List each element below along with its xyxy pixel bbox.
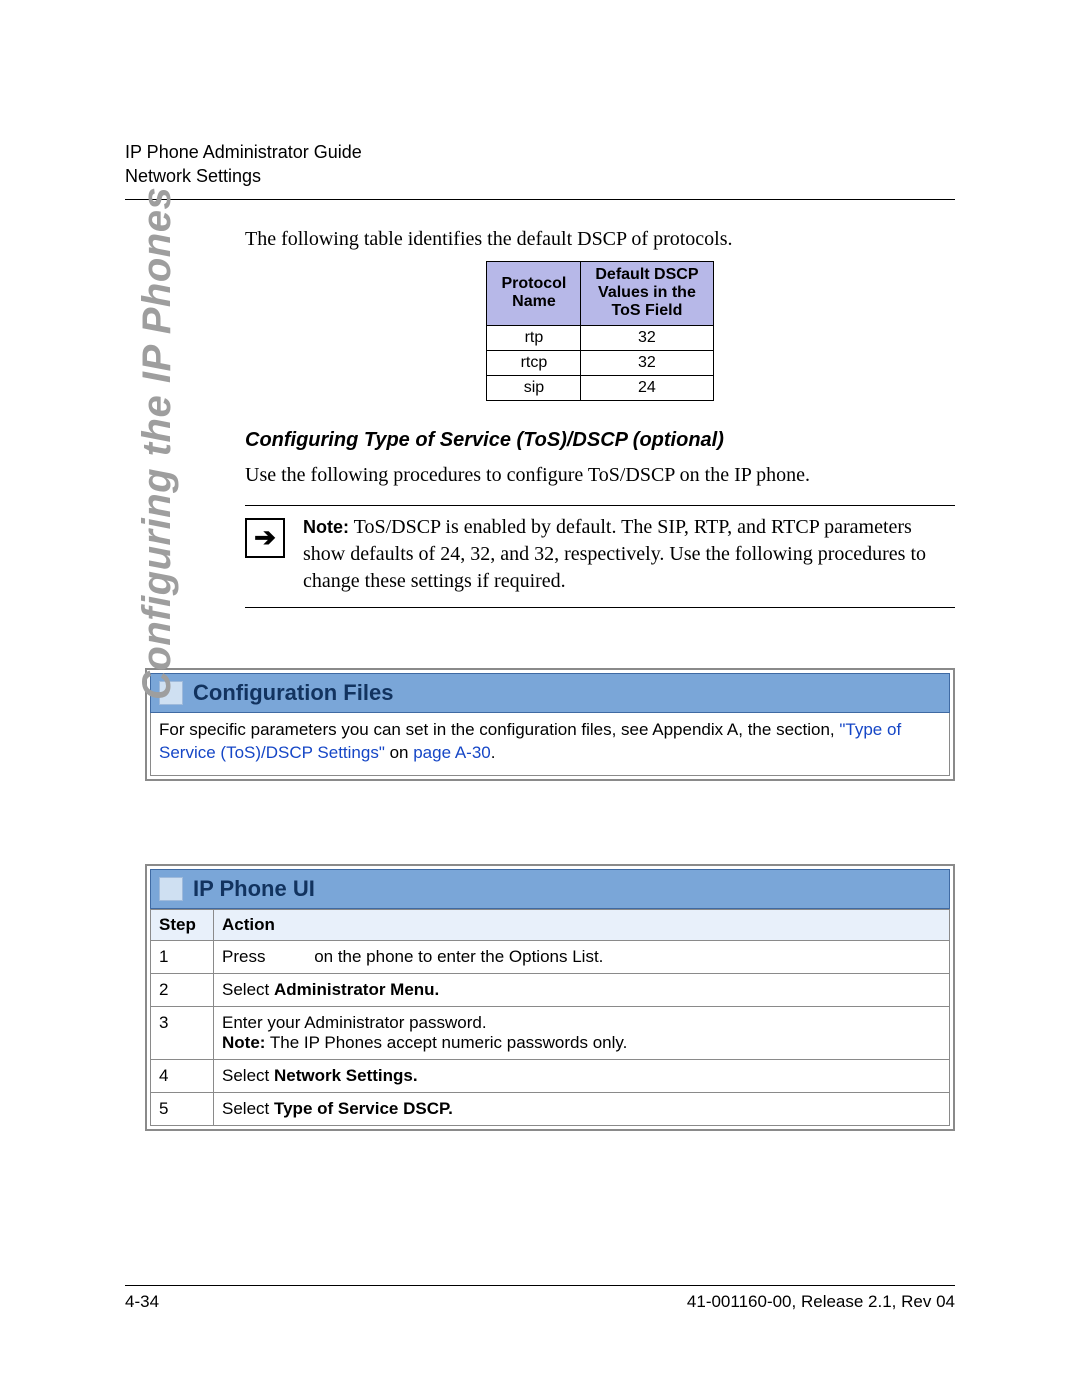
- step-action: Enter your Administrator password. Note:…: [214, 1006, 950, 1059]
- dscp-cell: rtp: [487, 325, 581, 350]
- arrow-right-icon: ➔: [245, 518, 285, 558]
- step-number: 5: [151, 1092, 214, 1125]
- action-pre: Select: [222, 1099, 274, 1118]
- dscp-th-protocol: ProtocolName: [487, 261, 581, 325]
- dscp-cell: 32: [581, 325, 713, 350]
- table-row: 3 Enter your Administrator password. Not…: [151, 1006, 950, 1059]
- dscp-cell: rtcp: [487, 350, 581, 375]
- step-action: Select Type of Service DSCP.: [214, 1092, 950, 1125]
- note-text: Note: ToS/DSCP is enabled by default. Th…: [303, 514, 955, 595]
- step-action: Select Administrator Menu.: [214, 973, 950, 1006]
- dscp-cell: 32: [581, 350, 713, 375]
- action-line: Enter your Administrator password.: [222, 1013, 941, 1033]
- config-text-mid: on: [385, 743, 413, 762]
- running-header: IP Phone Administrator Guide Network Set…: [125, 140, 955, 189]
- doc-revision: 41-001160-00, Release 2.1, Rev 04: [687, 1292, 955, 1312]
- action-bold: Administrator Menu.: [274, 980, 439, 999]
- step-number: 4: [151, 1059, 214, 1092]
- panel-body: For specific parameters you can set in t…: [150, 713, 950, 776]
- configuration-files-panel: Configuration Files For specific paramet…: [145, 668, 955, 781]
- intro-paragraph: The following table identifies the defau…: [245, 228, 955, 251]
- panel-title: IP Phone UI: [193, 876, 315, 902]
- link-page-a30[interactable]: page A-30: [413, 743, 491, 762]
- steps-table: Step Action 1 Press on the phone to ente…: [150, 909, 950, 1126]
- step-action: Press on the phone to enter the Options …: [214, 940, 950, 973]
- panel-titlebar: IP Phone UI: [150, 869, 950, 909]
- dscp-th-values: Default DSCPValues in theToS Field: [581, 261, 713, 325]
- table-row: rtp 32: [487, 325, 713, 350]
- side-chapter-label: Configuring the IP Phones: [135, 187, 180, 700]
- table-row: sip 24: [487, 375, 713, 400]
- action-pre: Select: [222, 980, 274, 999]
- action-note-label: Note:: [222, 1033, 265, 1052]
- panel-title: Configuration Files: [193, 680, 393, 706]
- dscp-cell: 24: [581, 375, 713, 400]
- body-paragraph: Use the following procedures to configur…: [245, 464, 955, 487]
- action-bold: Network Settings.: [274, 1066, 418, 1085]
- action-pre: Select: [222, 1066, 274, 1085]
- action-bold: Type of Service DSCP.: [274, 1099, 453, 1118]
- page-number: 4-34: [125, 1292, 159, 1312]
- panel-square-icon: [159, 877, 183, 901]
- footer-rule: [125, 1285, 955, 1286]
- config-text-pre: For specific parameters you can set in t…: [159, 720, 839, 739]
- steps-th-step: Step: [151, 909, 214, 940]
- header-line-1: IP Phone Administrator Guide: [125, 140, 955, 164]
- ip-phone-ui-panel: IP Phone UI Step Action 1 Press on the p…: [145, 864, 955, 1131]
- table-row: 4 Select Network Settings.: [151, 1059, 950, 1092]
- action-note: Note: The IP Phones accept numeric passw…: [222, 1033, 941, 1053]
- step-number: 3: [151, 1006, 214, 1059]
- dscp-cell: sip: [487, 375, 581, 400]
- main-content: The following table identifies the defau…: [245, 228, 955, 608]
- table-row: 1 Press on the phone to enter the Option…: [151, 940, 950, 973]
- dscp-defaults-table: ProtocolName Default DSCPValues in theTo…: [486, 261, 713, 401]
- action-note-text: The IP Phones accept numeric passwords o…: [265, 1033, 627, 1052]
- config-text-post: .: [491, 743, 496, 762]
- subheading: Configuring Type of Service (ToS)/DSCP (…: [245, 429, 955, 452]
- step-action: Select Network Settings.: [214, 1059, 950, 1092]
- header-line-2: Network Settings: [125, 164, 955, 188]
- step-number: 2: [151, 973, 214, 1006]
- note-label: Note:: [303, 517, 349, 537]
- page-footer: 4-34 41-001160-00, Release 2.1, Rev 04: [125, 1285, 955, 1312]
- action-pre: Press: [222, 947, 265, 966]
- table-row: 2 Select Administrator Menu.: [151, 973, 950, 1006]
- step-number: 1: [151, 940, 214, 973]
- panel-titlebar: Configuration Files: [150, 673, 950, 713]
- table-row: rtcp 32: [487, 350, 713, 375]
- document-page: IP Phone Administrator Guide Network Set…: [0, 0, 1080, 1397]
- action-post: on the phone to enter the Options List.: [309, 947, 603, 966]
- note-body: ToS/DSCP is enabled by default. The SIP,…: [303, 516, 926, 592]
- header-rule: [125, 199, 955, 200]
- steps-th-action: Action: [214, 909, 950, 940]
- table-row: 5 Select Type of Service DSCP.: [151, 1092, 950, 1125]
- note-callout: ➔ Note: ToS/DSCP is enabled by default. …: [245, 505, 955, 608]
